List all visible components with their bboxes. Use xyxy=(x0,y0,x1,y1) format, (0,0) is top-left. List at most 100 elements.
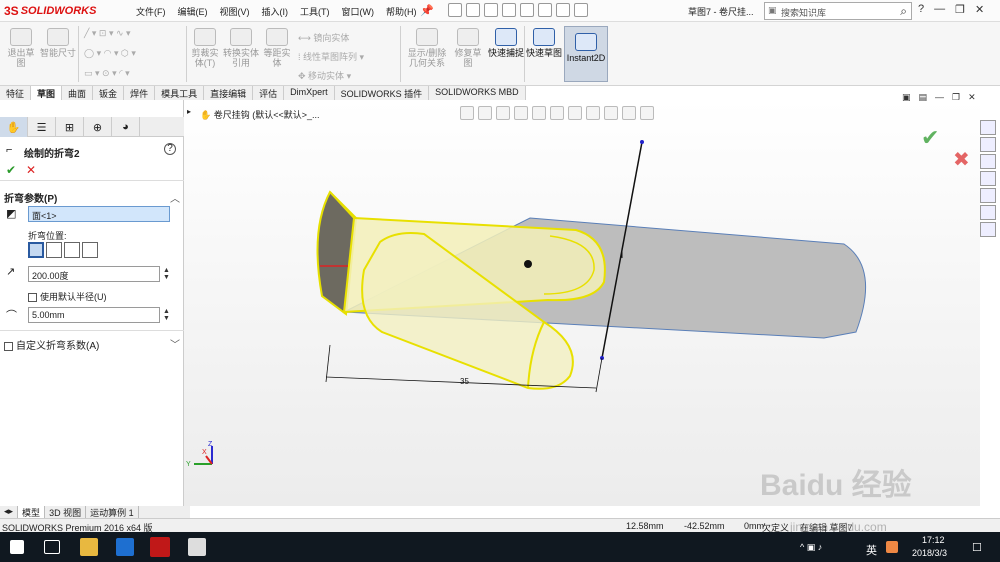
line-endpoint[interactable] xyxy=(640,140,644,144)
smart-dimension-button[interactable]: 智能尺寸 xyxy=(40,28,76,58)
tab-sheet-metal[interactable]: 钣金 xyxy=(93,86,125,100)
dynamic-annotation-icon[interactable] xyxy=(532,106,546,120)
material-outside-icon[interactable] xyxy=(64,242,80,258)
tab-model[interactable]: 模型 xyxy=(18,506,46,518)
linear-pattern-button[interactable]: ⁞ 线性草图阵列 ▾ xyxy=(298,50,364,63)
file-explorer-icon[interactable] xyxy=(980,171,996,186)
minimize-icon[interactable]: — xyxy=(934,3,945,16)
configuration-manager-tab-icon[interactable]: ⊞ xyxy=(56,117,84,137)
clock-date[interactable]: 2018/3/3 xyxy=(912,548,947,558)
dimension-text[interactable]: 35 xyxy=(460,377,469,386)
viewport-minimize-icon[interactable]: — xyxy=(935,92,944,103)
dimxpert-manager-tab-icon[interactable]: ⊕ xyxy=(84,117,112,137)
menu-file[interactable]: 文件(F) xyxy=(130,5,172,18)
section-view-icon[interactable] xyxy=(514,106,528,120)
zoom-area-icon[interactable] xyxy=(478,106,492,120)
line-tool-icon[interactable]: ╱ ▾ ⊡ ▾ ∿ ▾ xyxy=(84,28,131,39)
tab-mold-tools[interactable]: 模具工具 xyxy=(155,86,205,100)
search-icon[interactable]: ⌕ xyxy=(900,4,907,19)
display-relations-button[interactable]: 显示/删除几何关系 xyxy=(404,28,450,68)
new-file-icon[interactable] xyxy=(448,3,462,17)
help-circle-icon[interactable]: ? xyxy=(164,143,176,155)
display-style-icon[interactable] xyxy=(568,106,582,120)
save-icon[interactable] xyxy=(484,3,498,17)
slot-tool-icon[interactable]: ▭ ▾ ⊙ ▾ ◜ ▾ xyxy=(84,68,130,79)
tab-features[interactable]: 特征 xyxy=(0,86,32,100)
resources-icon[interactable] xyxy=(980,137,996,152)
menu-tools[interactable]: 工具(T) xyxy=(294,5,336,18)
viewport-tile-icon[interactable]: ▤ xyxy=(919,92,928,103)
tab-mbd[interactable]: SOLIDWORKS MBD xyxy=(429,86,526,100)
fixed-face-field[interactable]: 面<1> xyxy=(28,206,170,222)
sogou-icon[interactable] xyxy=(886,541,898,553)
solidworks-taskbar-icon[interactable] xyxy=(150,537,170,557)
previous-view-icon[interactable] xyxy=(496,106,510,120)
viewport-split-icon[interactable]: ▣ xyxy=(902,92,911,103)
repair-sketch-button[interactable]: 修复草图 xyxy=(452,28,484,68)
edit-appearance-icon[interactable] xyxy=(604,106,618,120)
cancel-x-icon[interactable]: ✕ xyxy=(26,163,36,177)
search-input[interactable]: ▣ 搜索知识库 ⌕ xyxy=(764,2,912,20)
appearances-icon[interactable] xyxy=(980,205,996,220)
menu-edit[interactable]: 编辑(E) xyxy=(172,5,214,18)
tab-3d-views[interactable]: 3D 视图 xyxy=(45,506,87,518)
use-default-radius-checkbox[interactable]: 使用默认半径(U) xyxy=(28,290,107,303)
circle-tool-icon[interactable]: ◯ ▾ ◠ ▾ ⬡ ▾ xyxy=(84,48,136,59)
bend-angle-input[interactable]: 200.00度 xyxy=(28,266,160,282)
offset-entities-button[interactable]: 等距实体 xyxy=(260,28,294,68)
tab-weldments[interactable]: 焊件 xyxy=(124,86,156,100)
rebuild-icon[interactable] xyxy=(556,3,570,17)
view-orientation-icon[interactable] xyxy=(550,106,564,120)
tab-dimxpert[interactable]: DimXpert xyxy=(284,86,335,100)
radius-spin-icon[interactable]: ▲ ▼ xyxy=(163,308,170,322)
home-icon[interactable] xyxy=(980,120,996,135)
app-taskbar-icon[interactable] xyxy=(188,538,206,556)
tab-direct-editing[interactable]: 直接编辑 xyxy=(204,86,254,100)
options-icon[interactable] xyxy=(574,3,588,17)
bend-outside-icon[interactable] xyxy=(82,242,98,258)
design-library-icon[interactable] xyxy=(980,154,996,169)
graphics-area[interactable]: 35 Z Y X xyxy=(184,100,980,506)
tray-icons[interactable]: ^ ▣ ♪ xyxy=(800,542,822,553)
bend-centerline-icon[interactable] xyxy=(28,242,44,258)
confirm-cancel-icon[interactable]: ✖ xyxy=(953,147,970,172)
help-icon[interactable]: ? xyxy=(918,3,924,16)
viewport-close-icon[interactable]: ✕ xyxy=(968,92,976,103)
convert-entities-button[interactable]: 转换实体引用 xyxy=(222,28,260,68)
solidworks-logo[interactable]: 3S SOLIDWORKS xyxy=(4,3,96,19)
tab-evaluate[interactable]: 评估 xyxy=(253,86,285,100)
pin-icon[interactable]: 📌 xyxy=(420,4,434,17)
undo-icon[interactable] xyxy=(520,3,534,17)
angle-spin-icon[interactable]: ▲ ▼ xyxy=(163,267,170,281)
collapse-chevron-icon[interactable]: ︿ xyxy=(170,190,180,205)
select-icon[interactable] xyxy=(538,3,552,17)
exit-sketch-button[interactable]: 退出草图 xyxy=(4,28,38,68)
confirm-ok-icon[interactable]: ✔ xyxy=(921,125,939,151)
property-manager-tab-icon[interactable]: ☰ xyxy=(28,117,56,137)
ime-indicator[interactable]: 英 xyxy=(866,542,877,558)
tab-motion-study[interactable]: 运动算例 1 xyxy=(86,506,139,518)
view-palette-icon[interactable] xyxy=(980,188,996,203)
rapid-sketch-button[interactable]: 快速草图 xyxy=(526,28,562,58)
quick-snaps-button[interactable]: 快速捕捉 xyxy=(488,28,524,58)
view-settings-icon[interactable] xyxy=(640,106,654,120)
edge-browser-icon[interactable] xyxy=(116,538,134,556)
bend-parameters-group[interactable]: 折弯参数(P) xyxy=(4,190,57,205)
expand-chevron-icon[interactable]: ﹀ xyxy=(170,336,180,351)
restore-icon[interactable]: ❐ xyxy=(955,3,965,16)
windows-start-icon[interactable] xyxy=(10,540,24,554)
file-explorer-taskbar-icon[interactable] xyxy=(80,538,98,556)
tree-expand-icon[interactable]: ▸ xyxy=(187,107,191,116)
trim-entities-button[interactable]: 剪裁实体(T) xyxy=(188,28,222,68)
display-manager-tab-icon[interactable]: ◕ xyxy=(112,117,140,137)
instant2d-button[interactable]: Instant2D xyxy=(564,26,608,82)
feature-tree-flyout[interactable]: ✋ 卷尺挂钩 (默认<<默认>_... xyxy=(200,108,320,121)
tab-surfaces[interactable]: 曲面 xyxy=(62,86,94,100)
feature-manager-tab-icon[interactable]: ✋ xyxy=(0,117,28,137)
custom-bend-allowance-checkbox[interactable]: 自定义折弯系数(A) xyxy=(4,337,99,352)
apply-scene-icon[interactable] xyxy=(622,106,636,120)
menu-window[interactable]: 窗口(W) xyxy=(336,5,381,18)
bend-radius-input[interactable]: 5.00mm xyxy=(28,307,160,323)
clock-time[interactable]: 17:12 xyxy=(922,535,945,545)
menu-view[interactable]: 视图(V) xyxy=(214,5,256,18)
